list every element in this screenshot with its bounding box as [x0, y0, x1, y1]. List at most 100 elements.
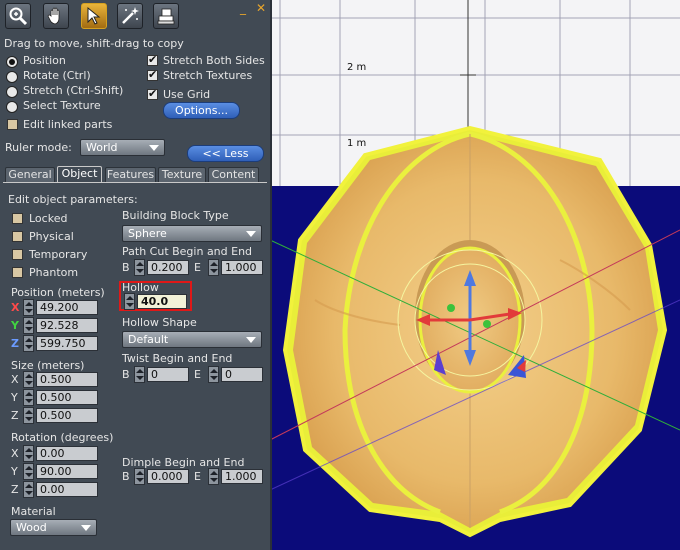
stretch-both-sides-checkbox[interactable] [147, 53, 158, 66]
focus-tool-button[interactable] [5, 3, 31, 29]
tab-general[interactable]: General [5, 167, 55, 182]
rotation-y-field[interactable]: 90.00 [36, 464, 98, 479]
position-y-spinner[interactable] [23, 317, 34, 334]
locked-label: Locked [29, 212, 68, 225]
grid-options-button[interactable]: Options... [163, 102, 240, 119]
phantom-checkbox[interactable] [12, 267, 23, 278]
chevron-down-icon [246, 337, 256, 343]
twist-b-spinner[interactable] [134, 366, 145, 383]
mode-stretch-label: Stretch (Ctrl-Shift) [23, 84, 124, 97]
size-y-label: Y [11, 391, 18, 404]
bulldozer-icon [157, 8, 175, 25]
size-x-spinner[interactable] [23, 371, 34, 388]
use-grid-checkbox[interactable] [147, 87, 158, 100]
tab-content[interactable]: Content [208, 167, 259, 182]
twist-b-field[interactable]: 0 [147, 367, 189, 382]
building-block-dropdown[interactable]: Sphere [122, 225, 262, 242]
drag-hint: Drag to move, shift-drag to copy [4, 37, 184, 50]
size-z-label: Z [11, 409, 19, 422]
position-x-spinner[interactable] [23, 299, 34, 316]
path-cut-e-spinner[interactable] [208, 259, 219, 276]
physical-checkbox[interactable] [12, 231, 23, 242]
position-z-label: Z [11, 337, 19, 350]
rotation-x-field[interactable]: 0.00 [36, 446, 98, 461]
mode-position-label: Position [23, 54, 66, 67]
ruler-mode-label: Ruler mode: [5, 141, 72, 154]
edit-params-heading: Edit object parameters: [8, 193, 138, 206]
twist-e-spinner[interactable] [208, 366, 219, 383]
position-y-label: Y [11, 319, 19, 332]
position-x-field[interactable]: 49.200 [36, 300, 98, 315]
physical-label: Physical [29, 230, 74, 243]
minimize-button[interactable]: _ [240, 2, 246, 14]
temporary-label: Temporary [29, 248, 88, 261]
less-button[interactable]: << Less [187, 145, 264, 162]
path-cut-e-label: E [194, 261, 201, 274]
edit-linked-label: Edit linked parts [23, 118, 113, 131]
rotation-y-spinner[interactable] [23, 463, 34, 480]
size-y-field[interactable]: 0.500 [36, 390, 98, 405]
building-block-value: Sphere [128, 227, 167, 240]
stretch-both-sides-label: Stretch Both Sides [163, 54, 265, 67]
rotation-label: Rotation (degrees) [11, 431, 114, 444]
edit-tool-button[interactable] [81, 3, 107, 29]
phantom-label: Phantom [29, 266, 79, 279]
hollow-field[interactable]: 40.0 [137, 294, 187, 309]
create-tool-button[interactable] [117, 3, 143, 29]
hollow-shape-label: Hollow Shape [122, 316, 197, 329]
position-y-field[interactable]: 92.528 [36, 318, 98, 333]
stretch-textures-checkbox[interactable] [147, 68, 158, 81]
position-z-spinner[interactable] [23, 335, 34, 352]
tab-features[interactable]: Features [105, 167, 156, 182]
twist-e-field[interactable]: 0 [221, 367, 263, 382]
tab-divider [3, 182, 267, 183]
twist-e-label: E [194, 368, 201, 381]
ruler-mode-dropdown[interactable]: World [80, 139, 165, 156]
hollow-shape-dropdown[interactable]: Default [122, 331, 262, 348]
mode-select-texture-radio[interactable] [6, 101, 18, 113]
dimple-b-label: B [122, 470, 130, 483]
rotation-x-spinner[interactable] [23, 445, 34, 462]
rotation-z-field[interactable]: 0.00 [36, 482, 98, 497]
mode-position-radio[interactable] [6, 56, 18, 68]
hollow-spinner[interactable] [124, 293, 135, 310]
stretch-textures-label: Stretch Textures [163, 69, 253, 82]
ruler-label-2m: 2 m [347, 62, 366, 73]
mode-select-texture-label: Select Texture [23, 99, 101, 112]
path-cut-e-field[interactable]: 1.000 [221, 260, 263, 275]
size-y-spinner[interactable] [23, 389, 34, 406]
edit-linked-checkbox[interactable] [7, 119, 18, 130]
grab-tool-button[interactable] [43, 3, 69, 29]
pointer-icon [87, 6, 101, 25]
rotation-z-spinner[interactable] [23, 481, 34, 498]
dimple-e-label: E [194, 470, 201, 483]
ruler-mode-value: World [86, 141, 118, 154]
dimple-b-spinner[interactable] [134, 468, 145, 485]
tab-object[interactable]: Object [57, 166, 102, 182]
locked-checkbox[interactable] [12, 213, 23, 224]
mode-rotate-radio[interactable] [6, 71, 18, 83]
path-cut-b-field[interactable]: 0.200 [147, 260, 189, 275]
dimple-e-field[interactable]: 1.000 [221, 469, 263, 484]
dimple-e-spinner[interactable] [208, 468, 219, 485]
rotation-x-label: X [11, 447, 19, 460]
chevron-down-icon [149, 145, 159, 151]
mode-stretch-radio[interactable] [6, 86, 18, 98]
tab-texture[interactable]: Texture [158, 167, 206, 182]
size-z-field[interactable]: 0.500 [36, 408, 98, 423]
dimple-b-field[interactable]: 0.000 [147, 469, 189, 484]
material-dropdown[interactable]: Wood [10, 519, 97, 536]
temporary-checkbox[interactable] [12, 249, 23, 260]
path-cut-b-spinner[interactable] [134, 259, 145, 276]
size-x-field[interactable]: 0.500 [36, 372, 98, 387]
mode-rotate-label: Rotate (Ctrl) [23, 69, 91, 82]
land-tool-button[interactable] [153, 3, 179, 29]
ruler-label-1m: 1 m [347, 138, 366, 149]
material-label: Material [11, 505, 56, 518]
chevron-down-icon [81, 525, 91, 531]
size-z-spinner[interactable] [23, 407, 34, 424]
path-cut-b-label: B [122, 261, 130, 274]
position-x-label: X [11, 301, 20, 314]
position-z-field[interactable]: 599.750 [36, 336, 98, 351]
close-button[interactable]: ✕ [256, 2, 266, 14]
